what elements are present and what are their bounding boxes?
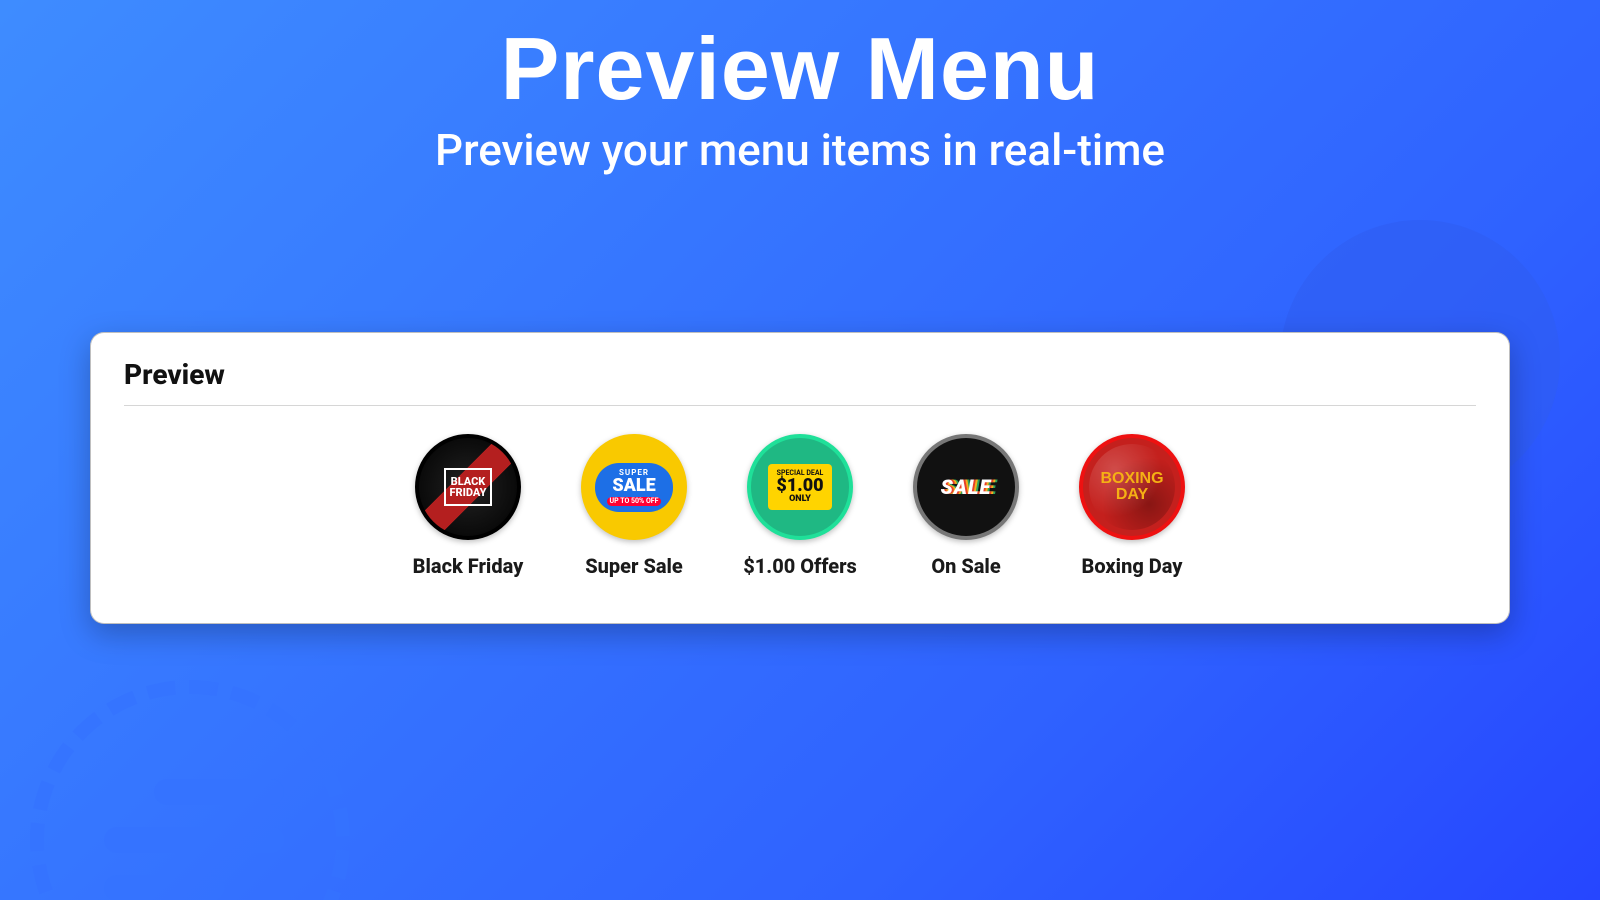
menu-items-row: BLACK FRIDAY Black Friday SUPER SALE UP …: [124, 434, 1476, 578]
menu-item-label: On Sale: [931, 554, 1000, 578]
black-friday-icon: BLACK FRIDAY: [415, 434, 521, 540]
preview-card-title: Preview: [124, 358, 1476, 406]
promo-stage: Preview Menu Preview your menu items in …: [0, 0, 1600, 900]
menu-item-label: Boxing Day: [1082, 554, 1183, 578]
menu-item-label: Black Friday: [413, 554, 524, 578]
on-sale-icon: SALE: [913, 434, 1019, 540]
menu-item-boxing-day[interactable]: BOXING DAY Boxing Day: [1067, 434, 1197, 578]
super-sale-icon: SUPER SALE UP TO 50% OFF: [581, 434, 687, 540]
menu-item-label: Super Sale: [585, 554, 683, 578]
menu-item-black-friday[interactable]: BLACK FRIDAY Black Friday: [403, 434, 533, 578]
hero-subtitle: Preview your menu items in real-time: [0, 124, 1600, 176]
dollar-offers-icon: SPECIAL DEAL $1.00 ONLY: [747, 434, 853, 540]
menu-item-dollar-offers[interactable]: SPECIAL DEAL $1.00 ONLY $1.00 Offers: [735, 434, 865, 578]
hero-heading: Preview Menu Preview your menu items in …: [0, 0, 1600, 176]
decorative-chat-icon: [30, 680, 350, 900]
preview-card: Preview BLACK FRIDAY Black Friday SUPER …: [90, 332, 1510, 624]
menu-item-super-sale[interactable]: SUPER SALE UP TO 50% OFF Super Sale: [569, 434, 699, 578]
boxing-day-icon: BOXING DAY: [1079, 434, 1185, 540]
hero-title: Preview Menu: [0, 18, 1600, 120]
menu-item-on-sale[interactable]: SALE On Sale: [901, 434, 1031, 578]
menu-item-label: $1.00 Offers: [743, 554, 857, 578]
